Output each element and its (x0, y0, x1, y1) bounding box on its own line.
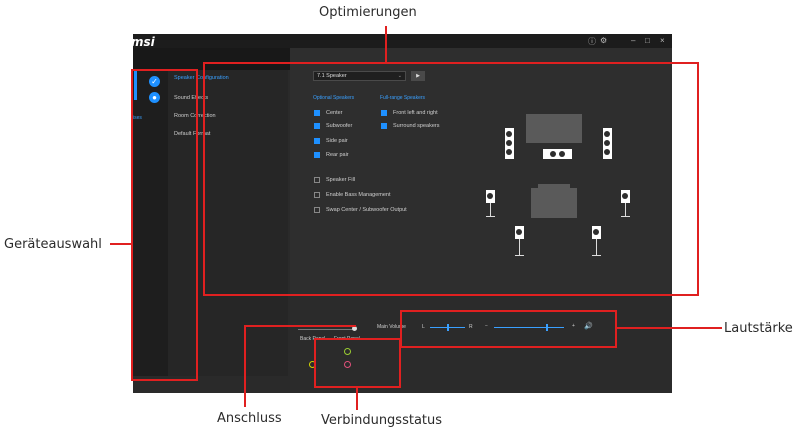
title-bar: msi ⓘ ⚙ – □ × (133, 34, 672, 49)
msi-logo: msi (133, 35, 155, 49)
verbindungsstatus-pointer (356, 387, 358, 410)
optimierungen-highlight (203, 62, 699, 296)
maximize-icon[interactable]: □ (645, 36, 650, 45)
lautstaerke-pointer (616, 327, 722, 329)
settings-icon[interactable]: ⚙ (600, 36, 607, 45)
callout-lautstaerke: Lautstärke (724, 321, 793, 336)
callout-verbindungsstatus: Verbindungsstatus (321, 413, 443, 428)
anschluss-pointer-h (244, 325, 356, 327)
callout-geraeteauswahl: Geräteauswahl (4, 237, 102, 252)
connector-tab-indicator (298, 329, 354, 330)
optimierungen-pointer (385, 26, 387, 63)
anschluss-pointer-v (244, 325, 246, 407)
verbindungsstatus-highlight (314, 338, 401, 388)
lautstaerke-highlight (400, 310, 617, 348)
close-icon[interactable]: × (660, 36, 665, 45)
callout-anschluss: Anschluss (217, 411, 282, 426)
geraeteauswahl-highlight (131, 69, 198, 381)
callout-optimierungen: Optimierungen (319, 5, 417, 20)
minimize-icon[interactable]: – (631, 36, 635, 45)
geraeteauswahl-pointer (110, 243, 132, 245)
info-icon[interactable]: ⓘ (588, 36, 596, 47)
